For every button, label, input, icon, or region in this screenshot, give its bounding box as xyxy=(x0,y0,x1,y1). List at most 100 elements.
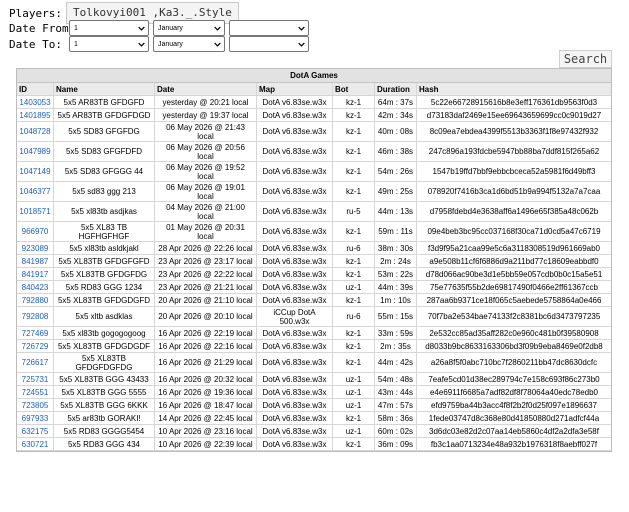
row-map: DotA v6.83se.w3x xyxy=(257,255,333,268)
row-hash: efd9759ba44b3acc4f8f2b2f0d25f097e1896637 xyxy=(417,399,611,412)
row-id-link[interactable]: 792880 xyxy=(17,294,54,307)
games-grid: ID Name Date Map Bot Duration Hash 14030… xyxy=(17,83,611,451)
row-duration: 42m : 34s xyxy=(375,109,417,122)
col-header-duration[interactable]: Duration xyxy=(375,83,417,96)
row-name: 5x5 XL83TB GFDGFDGFDG xyxy=(54,353,155,373)
date-from-row: Date From: 1 January xyxy=(9,20,309,36)
row-id-link[interactable]: 1401895 xyxy=(17,109,54,122)
row-bot: ru-5 xyxy=(333,202,375,222)
row-duration: 46m : 38s xyxy=(375,142,417,162)
row-id-link[interactable]: 697933 xyxy=(17,412,54,425)
row-name: 5x5 XL83TB GFDGFDG xyxy=(54,268,155,281)
row-id-link[interactable]: 840423 xyxy=(17,281,54,294)
row-name: 5x5 XL83TB GGG 6KKK xyxy=(54,399,155,412)
row-id-link[interactable]: 724551 xyxy=(17,386,54,399)
row-name: 5x5 sd83 ggg 213 xyxy=(54,182,155,202)
row-id-link[interactable]: 841917 xyxy=(17,268,54,281)
row-duration: 64m : 37s xyxy=(375,96,417,109)
from-month-select[interactable]: January xyxy=(153,20,225,36)
row-map: DotA v6.83se.w3x xyxy=(257,373,333,386)
row-duration: 36m : 09s xyxy=(375,438,417,451)
row-bot: ru-6 xyxy=(333,242,375,255)
row-id-link[interactable]: 723805 xyxy=(17,399,54,412)
row-duration: 53m : 22s xyxy=(375,268,417,281)
to-month-select[interactable]: January xyxy=(153,36,225,52)
row-id-link[interactable]: 966970 xyxy=(17,222,54,242)
row-date: 23 Apr 2026 @ 22:22 local xyxy=(155,268,257,281)
row-id-link[interactable]: 1403053 xyxy=(17,96,54,109)
row-id-link[interactable]: 1047989 xyxy=(17,142,54,162)
date-to-label: Date To: xyxy=(9,37,62,51)
row-duration: 2m : 35s xyxy=(375,340,417,353)
search-button[interactable]: Search xyxy=(559,50,612,68)
row-date: 04 May 2026 @ 21:00 local xyxy=(155,202,257,222)
row-bot: ru-6 xyxy=(333,307,375,327)
to-month-value: January xyxy=(158,41,183,48)
row-name: 5x5 AR83TB GFDGFD xyxy=(54,96,155,109)
row-id-link[interactable]: 632175 xyxy=(17,425,54,438)
row-bot: kz-1 xyxy=(333,340,375,353)
row-duration: 47m : 57s xyxy=(375,399,417,412)
row-duration: 49m : 25s xyxy=(375,182,417,202)
page: { "filters": { "players_label": "Players… xyxy=(0,0,629,512)
row-hash: fb3c1aa0713234e48a932b1976318f8aebff027f xyxy=(417,438,611,451)
row-id-link[interactable]: 727469 xyxy=(17,327,54,340)
col-header-id[interactable]: ID xyxy=(17,83,54,96)
col-header-date[interactable]: Date xyxy=(155,83,257,96)
row-name: 5x5 SD83 GFGGG 44 xyxy=(54,162,155,182)
row-date: 06 May 2026 @ 21:43 local xyxy=(155,122,257,142)
to-day-select[interactable]: 1 xyxy=(69,36,149,52)
row-date: 06 May 2026 @ 19:01 local xyxy=(155,182,257,202)
row-id-link[interactable]: 1048728 xyxy=(17,122,54,142)
row-map: DotA v6.83se.w3x xyxy=(257,162,333,182)
row-name: 5x5 XL83 TB HGFHGFHGF xyxy=(54,222,155,242)
row-duration: 40m : 08s xyxy=(375,122,417,142)
row-bot: kz-1 xyxy=(333,294,375,307)
row-date: yesterday @ 19:37 local xyxy=(155,109,257,122)
col-header-name[interactable]: Name xyxy=(54,83,155,96)
row-map: DotA v6.83se.w3x xyxy=(257,222,333,242)
row-id-link[interactable]: 1047149 xyxy=(17,162,54,182)
col-header-hash[interactable]: Hash xyxy=(417,83,611,96)
row-map: iCCup DotA 500.w3x xyxy=(257,307,333,327)
row-map: DotA v6.83se.w3x xyxy=(257,327,333,340)
row-hash: d7958fdebd4e3638aff6a1496e65f385a48c062b xyxy=(417,202,611,222)
row-id-link[interactable]: 726729 xyxy=(17,340,54,353)
row-hash: 5c22e66728915616b8e3eff176361db9563f0d3 xyxy=(417,96,611,109)
row-name: 5x5 RD83 GGGG5454 xyxy=(54,425,155,438)
row-duration: 1m : 10s xyxy=(375,294,417,307)
row-bot: kz-1 xyxy=(333,109,375,122)
row-id-link[interactable]: 630721 xyxy=(17,438,54,451)
row-id-link[interactable]: 923089 xyxy=(17,242,54,255)
row-id-link[interactable]: 792808 xyxy=(17,307,54,327)
from-day-select[interactable]: 1 xyxy=(69,20,149,36)
row-hash: 078920f7416b3ca1d6bd51b9a994f5132a7a7caa xyxy=(417,182,611,202)
row-bot: uz-1 xyxy=(333,386,375,399)
row-id-link[interactable]: 1046377 xyxy=(17,182,54,202)
row-id-link[interactable]: 726617 xyxy=(17,353,54,373)
row-id-link[interactable]: 841987 xyxy=(17,255,54,268)
row-bot: kz-1 xyxy=(333,412,375,425)
row-date: 16 Apr 2026 @ 20:32 local xyxy=(155,373,257,386)
col-header-map[interactable]: Map xyxy=(257,83,333,96)
row-name: 5x5 XL83TB GGG 5555 xyxy=(54,386,155,399)
from-day-value: 1 xyxy=(74,25,78,32)
col-header-bot[interactable]: Bot xyxy=(333,83,375,96)
row-bot: kz-1 xyxy=(333,122,375,142)
row-name: 5x5 RD83 GGG 1234 xyxy=(54,281,155,294)
to-year-select[interactable] xyxy=(229,36,309,52)
row-duration: 59m : 11s xyxy=(375,222,417,242)
row-bot: kz-1 xyxy=(333,255,375,268)
row-hash: e4e6911f6685a7adf82df8f78064a40edc78edb0 xyxy=(417,386,611,399)
row-id-link[interactable]: 725731 xyxy=(17,373,54,386)
from-year-select[interactable] xyxy=(229,20,309,36)
row-date: 10 Apr 2026 @ 23:16 local xyxy=(155,425,257,438)
chevron-down-icon xyxy=(214,26,221,31)
row-name: 5x5 xltb asdklas xyxy=(54,307,155,327)
row-id-link[interactable]: 1018571 xyxy=(17,202,54,222)
row-map: DotA v6.83se.w3x xyxy=(257,399,333,412)
row-bot: kz-1 xyxy=(333,438,375,451)
row-date: 06 May 2026 @ 19:52 local xyxy=(155,162,257,182)
date-from-label: Date From: xyxy=(9,21,76,35)
row-map: DotA v6.83se.w3x xyxy=(257,142,333,162)
